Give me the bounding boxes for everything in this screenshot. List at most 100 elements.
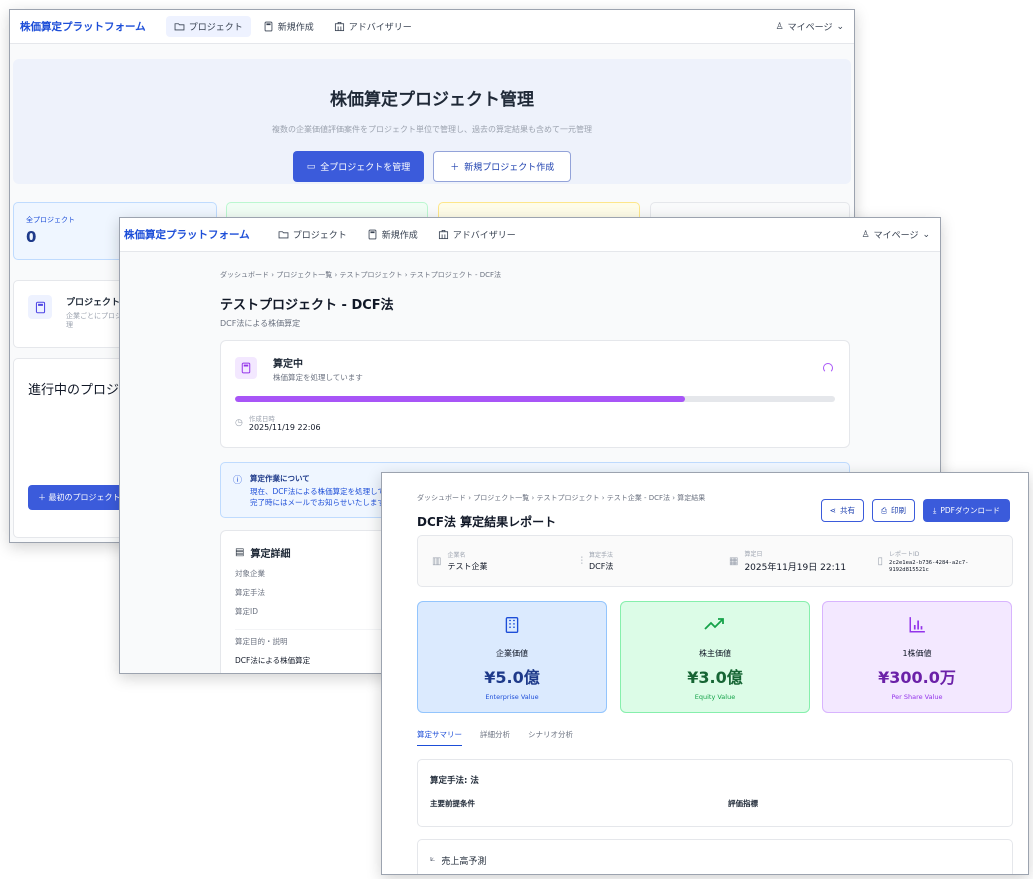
download-icon: ⤓ [933,505,937,515]
tab-scenario-analysis[interactable]: シナリオ分析 [528,729,573,746]
meta-value: DCF法 [589,562,614,571]
chevron-down-icon: ⌄ [836,21,844,32]
breadcrumb[interactable]: ダッシュボード › プロジェクト一覧 › テストプロジェクト › テスト企業 -… [417,493,705,503]
folder-icon [174,23,185,31]
calculator-icon [28,295,52,319]
created-value: 2025/11/19 22:06 [248,423,321,432]
loading-spinner-icon [823,363,833,373]
value-label: 1株価値 [902,649,932,658]
page-title: テストプロジェクト - DCF法 [220,298,394,313]
calculator-icon: ▤ [235,547,245,558]
sales-forecast-card: ⟀ 売上高予測 [417,839,1013,874]
button-label: 共有 [840,506,856,515]
meta-value: 2025年11月19日 22:11 [744,563,847,573]
status-card: 算定中 株価算定を処理しています ◷ 作成日時 2025/11/19 22:06 [220,340,850,448]
meta-label: 算定日 [744,551,763,558]
value-english: Per Share Value [891,693,943,701]
plus-icon: ＋ [450,163,460,173]
method-label: 算定手法: 法 [430,776,479,786]
value-english: Enterprise Value [485,693,539,701]
value-amount: ¥300.0万 [878,668,956,687]
document-icon: ▯ [877,555,884,567]
brand-logo[interactable]: 株価算定プラットフォーム [124,227,250,242]
created-at: ◷ 作成日時 2025/11/19 22:06 [235,413,321,432]
value-amount: ¥5.0億 [484,668,540,687]
meta-method: ⫶ 算定手法 DCF法 [567,550,716,572]
folder-icon: ▭ [306,161,316,172]
breadcrumb[interactable]: ダッシュボード › プロジェクト一覧 › テストプロジェクト › テストプロジェ… [220,270,850,280]
nav-item-label: プロジェクト [188,23,243,33]
detail-title: 算定詳細 [250,549,291,560]
manage-all-projects-button[interactable]: ▭ 全プロジェクトを管理 [292,151,425,182]
created-label: 作成日時 [248,415,275,423]
value-label: 企業価値 [496,649,528,658]
pdf-download-button[interactable]: ⤓ PDFダウンロード [923,499,1010,522]
info-icon: ⓘ [233,476,243,486]
hero-section: 株価算定プロジェクト管理 複数の企業価値評価案件をプロジェクト単位で管理し、過去… [13,59,851,184]
mypage-label: マイページ [873,231,919,241]
mypage-menu[interactable]: ♙ マイページ ⌄ [776,20,844,34]
meta-label: レポートID [889,550,920,558]
nav-item-projects[interactable]: プロジェクト [270,224,355,245]
trending-up-icon [621,616,809,638]
mypage-label: マイページ [787,23,833,33]
printer-icon: ⎙ [881,505,888,515]
nav-item-advisory[interactable]: アドバイザリー [430,224,524,245]
brand-logo[interactable]: 株価算定プラットフォーム [20,19,146,34]
building-icon [438,229,448,240]
meta-label: 企業名 [447,552,466,559]
nav-item-label: アドバイザリー [452,231,516,241]
calendar-icon: ▦ [729,555,739,567]
meta-value: テスト企業 [447,562,488,571]
tab-summary[interactable]: 算定サマリー [417,729,462,746]
nav-item-label: アドバイザリー [348,23,412,33]
nav-item-label: 新規作成 [381,231,418,241]
progress-fill [235,396,685,402]
value-amount: ¥3.0億 [687,668,743,687]
calculator-icon [264,21,273,32]
nav-item-label: プロジェクト [292,231,347,241]
calculator-icon [368,229,377,240]
sales-forecast-title: 売上高予測 [441,857,487,867]
line-chart-icon: ⟀ [430,854,436,864]
tab-detail-analysis[interactable]: 詳細分析 [480,729,510,746]
share-button[interactable]: ⋖ 共有 [820,499,865,522]
calculator-icon [235,357,257,379]
report-tabs: 算定サマリー 詳細分析 シナリオ分析 [417,729,573,746]
button-label: PDFダウンロード [940,506,1000,515]
button-label: 全プロジェクトを管理 [320,163,411,173]
nav-item-advisory[interactable]: アドバイザリー [326,16,420,37]
clock-icon: ◷ [235,417,243,428]
meta-report-id: ▯ レポートID 2c2e1ea2-b736-4284-a2c7- 9192d81… [864,549,1013,574]
value-english: Equity Value [694,693,736,701]
meta-value: 2c2e1ea2-b736-4284-a2c7- 9192d815521c [889,559,969,573]
top-nav: 株価算定プラットフォーム プロジェクト 新規作成 アドバイザリー ♙ マイページ… [120,218,940,252]
new-project-button[interactable]: ＋ 新規プロジェクト作成 [433,151,572,182]
progress-bar [235,396,835,402]
result-report-window: ダッシュボード › プロジェクト一覧 › テストプロジェクト › テスト企業 -… [381,472,1029,875]
building-icon: ▥ [432,555,442,567]
summary-card: 算定手法: 法 主要前提条件 評価指標 [417,759,1013,827]
per-share-value-card: 1株価値 ¥300.0万 Per Share Value [822,601,1012,713]
user-icon: ♙ [861,229,870,240]
enterprise-value-card: 企業価値 ¥5.0億 Enterprise Value [417,601,607,713]
hero-title: 株価算定プロジェクト管理 [330,90,534,110]
meta-label: 算定手法 [589,552,614,559]
folder-icon [278,231,289,239]
meta-date: ▦ 算定日 2025年11月19日 22:11 [715,549,864,573]
nav-item-new[interactable]: 新規作成 [255,16,322,37]
top-nav: 株価算定プラットフォーム プロジェクト 新規作成 アドバイザリー ♙ マイページ… [10,10,854,44]
page-subtitle: DCF法による株価算定 [220,319,301,328]
print-button[interactable]: ⎙ 印刷 [872,499,916,522]
meta-company: ▥ 企業名テスト企業 [418,550,567,572]
bar-chart-icon [823,616,1011,638]
building-icon [418,616,606,638]
nav-item-new[interactable]: 新規作成 [359,224,426,245]
mypage-menu[interactable]: ♙ マイページ ⌄ [861,228,930,242]
assumptions-label: 主要前提条件 [430,799,475,808]
equity-value-card: 株主価値 ¥3.0億 Equity Value [620,601,810,713]
nav-item-projects[interactable]: プロジェクト [165,16,251,37]
report-actions: ⋖ 共有 ⎙ 印刷 ⤓ PDFダウンロード [820,499,1010,522]
value-label: 株主価値 [699,649,731,658]
bar-chart-icon: ⫶ [580,555,584,567]
